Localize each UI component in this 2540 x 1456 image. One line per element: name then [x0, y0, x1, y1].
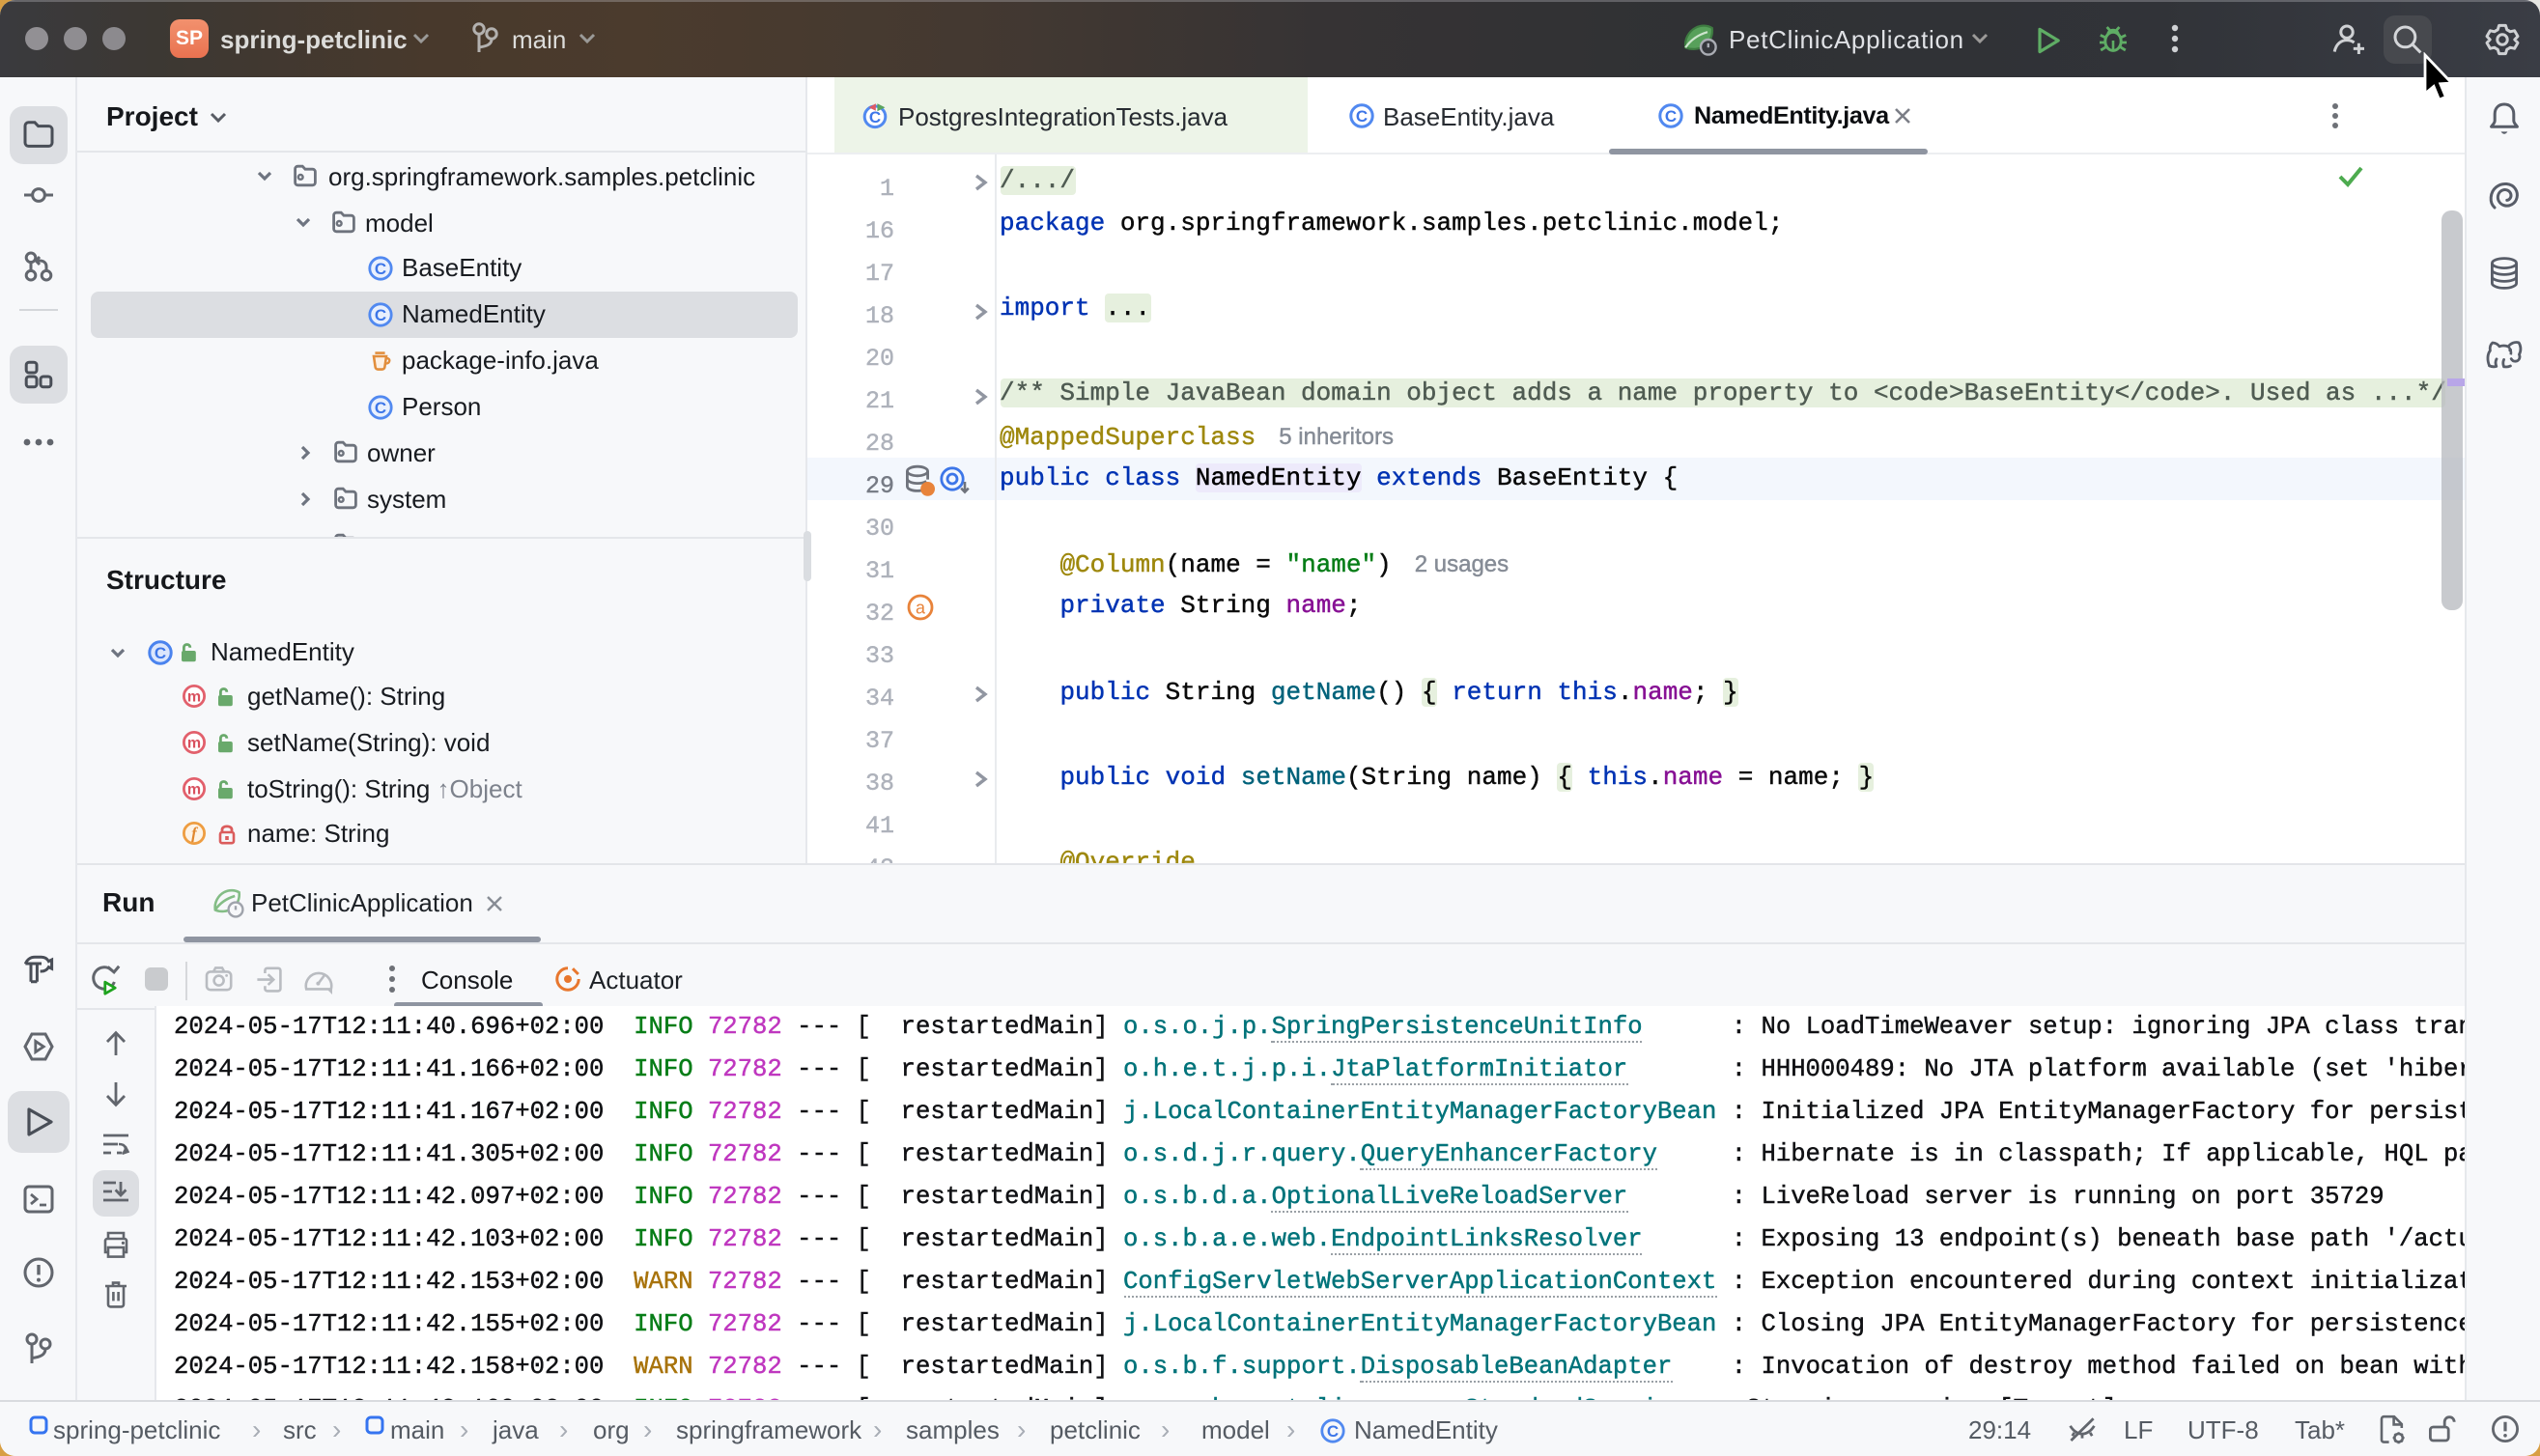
svg-text:m: m [186, 689, 200, 706]
svg-text:a: a [916, 599, 926, 618]
svg-text:C: C [375, 306, 386, 324]
svg-text:m: m [186, 735, 200, 751]
svg-text:C: C [1355, 107, 1367, 126]
svg-text:C: C [375, 260, 386, 278]
svg-text:C: C [868, 108, 880, 126]
svg-text:C: C [154, 643, 165, 661]
svg-text:m: m [186, 781, 200, 798]
svg-text:C: C [1327, 1421, 1339, 1440]
svg-text:C: C [1665, 107, 1677, 126]
svg-text:C: C [375, 398, 386, 416]
